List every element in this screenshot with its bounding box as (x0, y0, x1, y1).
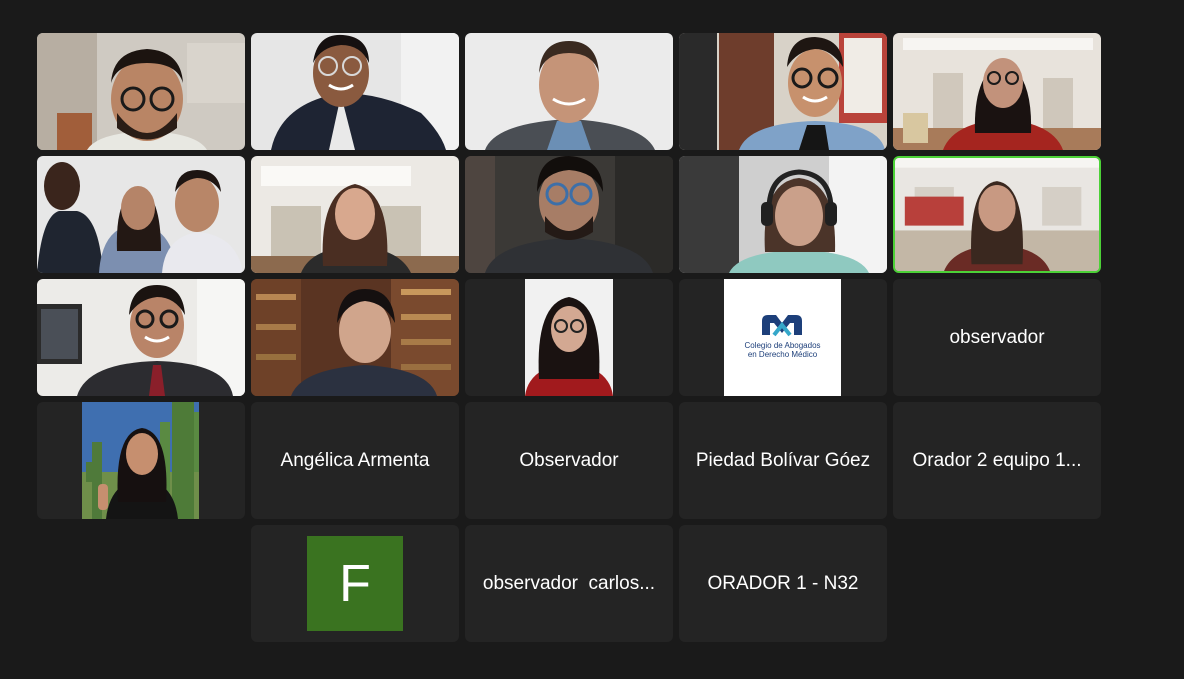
participant-tile-p20[interactable]: Orador 2 equipo 1... (893, 402, 1101, 519)
participant-tile-p1[interactable] (37, 33, 245, 150)
logo-line-2: en Derecho Médico (747, 350, 818, 359)
participant-name: Angélica Armenta (280, 449, 430, 471)
participant-name: ORADOR 1 - N32 (707, 572, 859, 594)
participant-tile-p11[interactable] (37, 279, 245, 396)
participant-name: Observador (519, 449, 619, 471)
participant-name: Orador 2 equipo 1... (912, 449, 1082, 471)
participant-video (251, 33, 459, 150)
participant-name: Piedad Bolívar Góez (695, 449, 871, 471)
participant-name: observador carlos... (482, 572, 656, 594)
participant-name: observador (949, 326, 1045, 348)
caduceus-logo-icon (762, 315, 802, 337)
participant-tile-p21[interactable]: F (251, 525, 459, 642)
participant-tile-p18[interactable]: Observador (465, 402, 673, 519)
participant-video (37, 156, 245, 273)
avatar-initial: F (307, 536, 403, 631)
participant-tile-p23[interactable]: ORADOR 1 - N32 (679, 525, 887, 642)
participant-tile-p8[interactable] (465, 156, 673, 273)
participant-tile-p19[interactable]: Piedad Bolívar Góez (679, 402, 887, 519)
participant-video (37, 279, 245, 396)
participant-video (465, 156, 673, 273)
participant-tile-p10[interactable] (893, 156, 1101, 273)
video-gallery: Colegio de Abogados en Derecho Médico ob… (0, 0, 1184, 679)
profile-picture (82, 402, 199, 519)
participant-tile-p5[interactable] (893, 33, 1101, 150)
participant-tile-p2[interactable] (251, 33, 459, 150)
participant-video (37, 33, 245, 150)
profile-picture (525, 279, 613, 396)
participant-tile-p12[interactable] (251, 279, 459, 396)
profile-logo: Colegio de Abogados en Derecho Médico (724, 279, 841, 396)
participant-video (251, 279, 459, 396)
logo-line-1: Colegio de Abogados (744, 341, 821, 350)
participant-tile-p15[interactable]: observador (893, 279, 1101, 396)
participant-tile-p14[interactable]: Colegio de Abogados en Derecho Médico (679, 279, 887, 396)
participant-tile-p9[interactable] (679, 156, 887, 273)
participant-tile-p17[interactable]: Angélica Armenta (251, 402, 459, 519)
participant-tile-p6[interactable] (37, 156, 245, 273)
participant-video (251, 156, 459, 273)
participant-video (465, 33, 673, 150)
participant-tile-p3[interactable] (465, 33, 673, 150)
participant-video (893, 33, 1101, 150)
participant-tile-p7[interactable] (251, 156, 459, 273)
participant-video (895, 158, 1099, 271)
participant-tile-p22[interactable]: observador carlos... (465, 525, 673, 642)
participant-tile-p13[interactable] (465, 279, 673, 396)
participant-video (679, 33, 887, 150)
participant-tile-p4[interactable] (679, 33, 887, 150)
participant-tile-p16[interactable] (37, 402, 245, 519)
participant-video (679, 156, 887, 273)
